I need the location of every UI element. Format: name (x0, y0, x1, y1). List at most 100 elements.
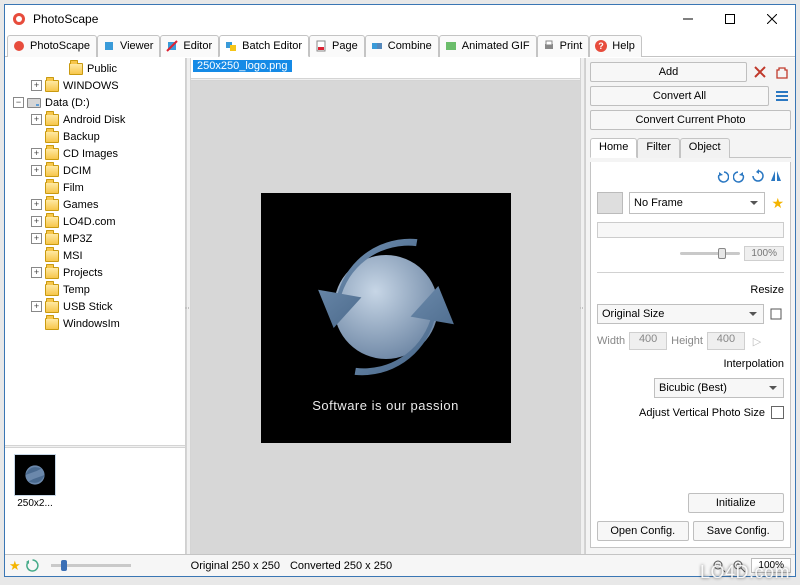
star-icon[interactable]: ★ (9, 558, 21, 574)
tree-item[interactable]: + Projects (7, 264, 185, 281)
height-input[interactable]: 400 (707, 332, 745, 350)
tree-item[interactable]: +CD Images (7, 145, 185, 162)
height-label: Height (671, 335, 703, 347)
tab-combine[interactable]: Combine (365, 35, 439, 57)
tree-item[interactable]: +Android Disk (7, 111, 185, 128)
tab-label: Batch Editor (242, 40, 302, 52)
frame-select[interactable]: No Frame (629, 192, 765, 214)
svg-text:?: ? (599, 41, 605, 51)
tree-item[interactable]: + Games (7, 196, 185, 213)
tab-help[interactable]: ? Help (589, 35, 642, 57)
list-view-icon[interactable] (773, 87, 791, 105)
add-button[interactable]: Add (590, 62, 747, 82)
disk-icon (27, 98, 41, 108)
tree-item[interactable]: WindowsIm (7, 315, 185, 332)
expand-icon[interactable]: + (31, 80, 42, 91)
convert-current-button[interactable]: Convert Current Photo (590, 110, 791, 130)
tree-label: Public (87, 63, 117, 75)
lock-aspect-icon[interactable] (768, 306, 784, 322)
folder-icon (45, 318, 59, 330)
tab-viewer[interactable]: Viewer (97, 35, 160, 57)
initialize-button[interactable]: Initialize (688, 493, 785, 513)
opacity-slider[interactable] (680, 252, 740, 255)
tab-editor[interactable]: Editor (160, 35, 219, 57)
tab-print[interactable]: Print (537, 35, 590, 57)
tree-item[interactable]: + LO4D.com (7, 213, 185, 230)
tree-label: Projects (63, 267, 103, 279)
interp-select[interactable]: Bicubic (Best) (654, 378, 784, 398)
folder-icon (45, 148, 59, 160)
folder-icon (69, 63, 83, 75)
tab-batch-editor[interactable]: Batch Editor (219, 35, 309, 57)
remove-icon[interactable] (751, 63, 769, 81)
favorite-icon[interactable]: ★ (771, 195, 784, 212)
save-config-button[interactable]: Save Config. (693, 521, 785, 541)
file-list[interactable]: 250x250_logo.png (191, 58, 580, 78)
tree-item[interactable]: +MP3Z (7, 230, 185, 247)
opacity-value: 100% (744, 246, 784, 261)
minimize-button[interactable] (667, 6, 709, 32)
expand-icon[interactable]: + (31, 216, 42, 227)
tree-label: Film (63, 182, 84, 194)
tree-item[interactable]: +DCIM (7, 162, 185, 179)
apply-size-icon[interactable]: ▷ (749, 333, 765, 349)
tab-page[interactable]: Page (309, 35, 365, 57)
subtab-object[interactable]: Object (680, 138, 730, 158)
width-input[interactable]: 400 (629, 332, 667, 350)
folder-icon (45, 284, 59, 296)
expand-icon[interactable]: + (31, 233, 42, 244)
tab-label: Print (560, 40, 583, 52)
expand-icon[interactable]: + (31, 148, 42, 159)
expand-icon[interactable]: + (31, 114, 42, 125)
tree-item[interactable]: Backup (7, 128, 185, 145)
collapse-icon[interactable]: − (13, 97, 24, 108)
expand-icon[interactable]: + (31, 199, 42, 210)
app-icon (11, 11, 27, 27)
tree-item[interactable]: Public (7, 60, 185, 77)
frame-preview-swatch (597, 192, 623, 214)
preview-caption: Software is our passion (312, 398, 459, 413)
refresh-icon[interactable] (25, 558, 41, 574)
open-config-button[interactable]: Open Config. (597, 521, 689, 541)
left-panel: Public +WINDOWS −Data (D:) +Android Disk… (5, 58, 186, 554)
tree-label: Games (63, 199, 98, 211)
titlebar: PhotoScape (5, 5, 795, 33)
tab-label: Help (612, 40, 635, 52)
subtab-filter[interactable]: Filter (637, 138, 679, 158)
frame-bar (597, 222, 784, 238)
tree-item[interactable]: MSI (7, 247, 185, 264)
convert-all-button[interactable]: Convert All (590, 86, 769, 106)
file-selected[interactable]: 250x250_logo.png (193, 60, 292, 72)
adjust-vertical-checkbox[interactable] (771, 406, 784, 419)
tree-label: LO4D.com (63, 216, 116, 228)
thumbnail-strip: 250x2... (5, 448, 185, 554)
rotate-icon[interactable] (750, 168, 766, 184)
close-button[interactable] (751, 6, 793, 32)
folder-icon (45, 80, 59, 92)
tab-animated-gif[interactable]: Animated GIF (439, 35, 537, 57)
resize-mode-select[interactable]: Original Size (597, 304, 764, 324)
undo-icon[interactable] (714, 168, 730, 184)
thumb-zoom-slider[interactable] (51, 564, 131, 567)
maximize-button[interactable] (709, 6, 751, 32)
tree-item[interactable]: Temp (7, 281, 185, 298)
folder-icon (45, 250, 59, 262)
tree-item[interactable]: −Data (D:) (7, 94, 185, 111)
redo-icon[interactable] (732, 168, 748, 184)
tree-item[interactable]: +WINDOWS (7, 77, 185, 94)
flip-icon[interactable] (768, 168, 784, 184)
thumbnail[interactable]: 250x2... (11, 454, 59, 509)
expand-icon[interactable]: + (31, 267, 42, 278)
tree-label: MSI (63, 250, 83, 262)
tab-photoscape[interactable]: PhotoScape (7, 35, 97, 57)
folder-tree[interactable]: Public +WINDOWS −Data (D:) +Android Disk… (5, 58, 185, 445)
expand-icon[interactable]: + (31, 301, 42, 312)
subtab-home[interactable]: Home (590, 138, 637, 158)
thumb-filename: 250x2... (11, 498, 59, 509)
tree-item[interactable]: Film (7, 179, 185, 196)
home-panel: No Frame ★ 100% Resize Original Size Wid… (590, 162, 791, 548)
expand-icon[interactable]: + (31, 165, 42, 176)
clear-icon[interactable] (773, 63, 791, 81)
tree-item[interactable]: +USB Stick (7, 298, 185, 315)
resize-mode-value: Original Size (602, 308, 664, 320)
